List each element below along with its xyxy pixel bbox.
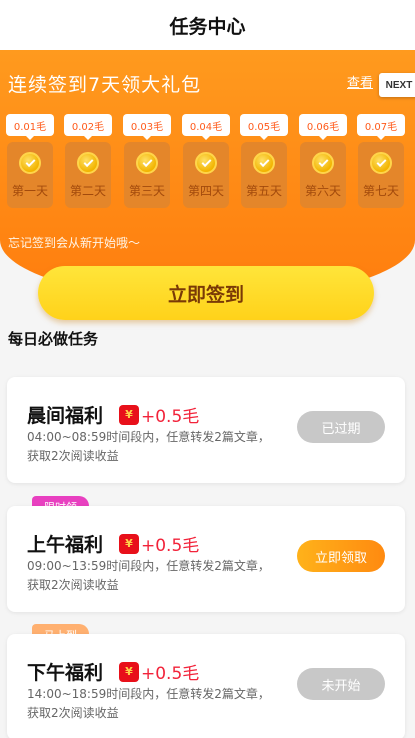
section-title: 每日必做任务 [8, 330, 99, 348]
day-amount: 0.03毛 [123, 114, 171, 136]
task-description: 14:00~18:59时间段内，任意转发2篇文章，获取2次阅读收益 [27, 687, 270, 720]
day-label: 第一天 [11, 184, 48, 198]
task-name: 晨间福利 [27, 405, 104, 427]
reward-value: +0.5毛 [141, 407, 200, 427]
day-card-2: 0.02毛 第二天 [64, 114, 112, 208]
task-description: 09:00~13:59时间段内，任意转发2篇文章，获取2次阅读收益 [27, 559, 270, 592]
view-link[interactable]: 查看 [347, 72, 373, 91]
reminder-text: 忘记签到会从新开始哦～ [8, 236, 141, 250]
reward-value: +0.5毛 [141, 664, 200, 684]
reward-value: +0.5毛 [141, 536, 200, 556]
day-label: 第六天 [304, 184, 341, 198]
red-envelope-icon: ¥ [119, 661, 139, 682]
day-amount: 0.01毛 [6, 114, 54, 136]
red-envelope-icon: ¥ [119, 533, 139, 554]
day-amount: 0.07毛 [357, 114, 405, 136]
checked-coin-icon [136, 152, 158, 174]
day-amount: 0.05毛 [240, 114, 288, 136]
task-reward: ¥ +0.5毛 [119, 402, 199, 427]
page-title: 任务中心 [169, 15, 246, 38]
day-label: 第四天 [187, 184, 224, 198]
red-envelope-icon: ¥ [119, 404, 139, 425]
task-name: 下午福利 [27, 662, 104, 684]
task-reward: ¥ +0.5毛 [119, 531, 199, 556]
next-button[interactable]: NEXT [379, 73, 415, 97]
checked-coin-icon [77, 152, 99, 174]
banner-title: 连续签到7天领大礼包 [8, 74, 202, 96]
signin-banner: 连续签到7天领大礼包 查看 NEXT 0.01毛 第一天 0.02毛 第二天 0… [0, 50, 415, 300]
day-label: 第五天 [245, 184, 282, 198]
day-card-5: 0.05毛 第五天 [240, 114, 288, 208]
task-card-afternoon: 下午福利 ¥ +0.5毛 14:00~18:59时间段内，任意转发2篇文章，获取… [7, 634, 405, 738]
day-card-6: 0.06毛 第六天 [299, 114, 347, 208]
day-label: 第七天 [362, 184, 399, 198]
checked-coin-icon [370, 152, 392, 174]
day-amount: 0.06毛 [299, 114, 347, 136]
day-card-4: 0.04毛 第四天 [182, 114, 230, 208]
day-label: 第三天 [128, 184, 165, 198]
day-card-7: 0.07毛 第七天 [357, 114, 405, 208]
task-name: 上午福利 [27, 534, 104, 556]
task-card-forenoon: 上午福利 ¥ +0.5毛 09:00~13:59时间段内，任意转发2篇文章，获取… [7, 506, 405, 612]
checked-coin-icon [19, 152, 41, 174]
task-card-morning: 晨间福利 ¥ +0.5毛 04:00~08:59时间段内，任意转发2篇文章，获取… [7, 377, 405, 483]
not-started-button[interactable]: 未开始 [297, 668, 385, 700]
day-amount: 0.02毛 [64, 114, 112, 136]
day-card-3: 0.03毛 第三天 [123, 114, 171, 208]
claim-now-button[interactable]: 立即领取 [297, 540, 385, 572]
task-description: 04:00~08:59时间段内，任意转发2篇文章，获取2次阅读收益 [27, 430, 270, 463]
task-reward: ¥ +0.5毛 [119, 659, 199, 684]
checked-coin-icon [312, 152, 334, 174]
expired-button[interactable]: 已过期 [297, 411, 385, 443]
day-card-1: 0.01毛 第一天 [6, 114, 54, 208]
day-amount: 0.04毛 [182, 114, 230, 136]
checked-coin-icon [253, 152, 275, 174]
day-label: 第二天 [69, 184, 106, 198]
signin-button[interactable]: 立即签到 [38, 266, 374, 320]
checked-coin-icon [195, 152, 217, 174]
top-bar: 任务中心 [0, 0, 415, 50]
